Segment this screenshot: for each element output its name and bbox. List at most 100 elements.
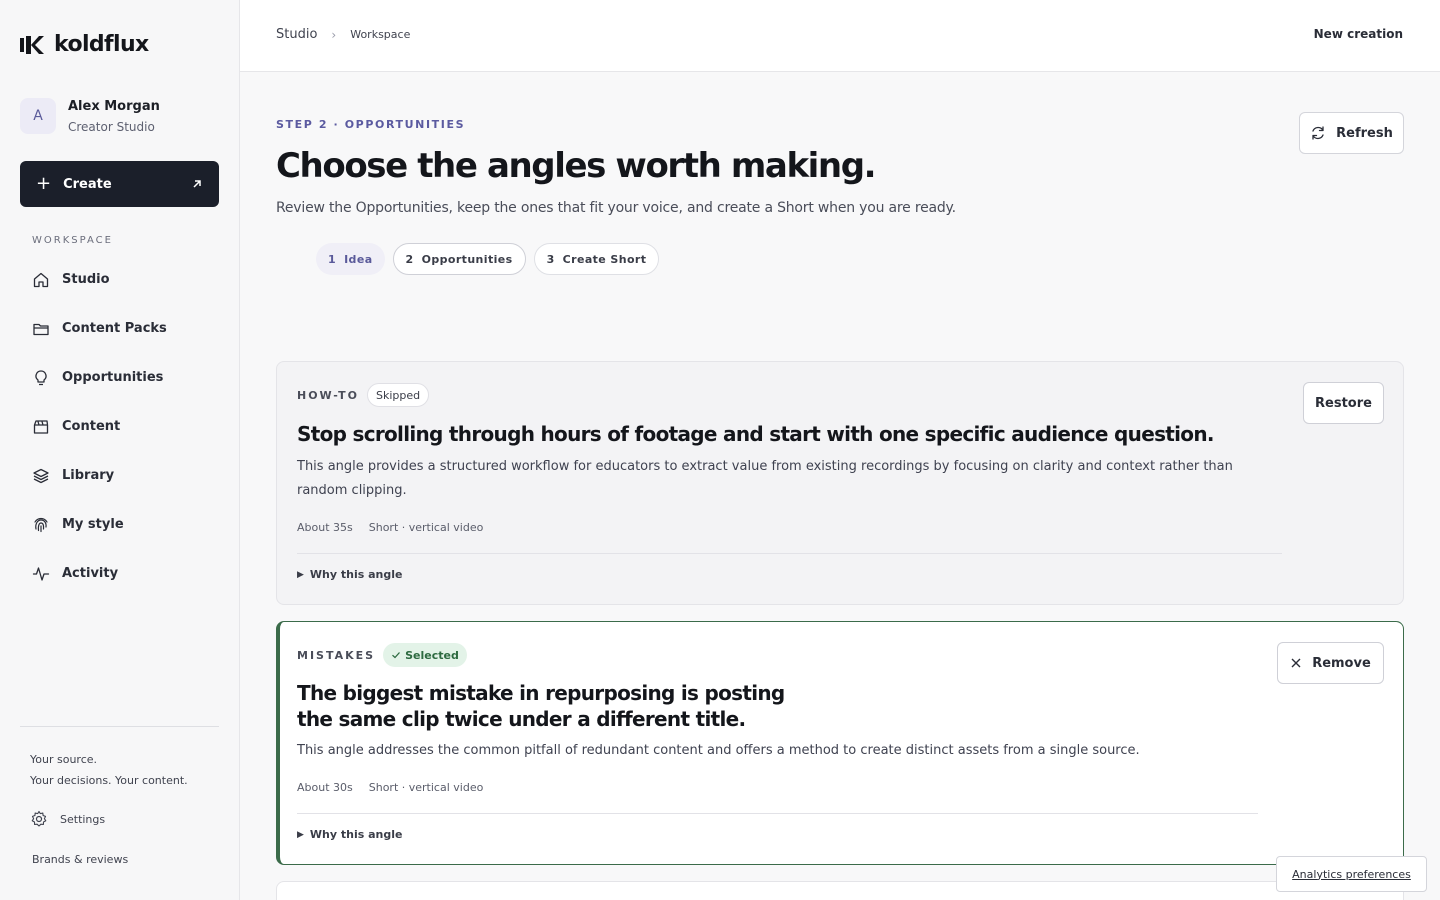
create-label: Create	[63, 176, 112, 192]
brand-logo[interactable]: koldflux	[20, 32, 149, 57]
activity-icon	[32, 566, 50, 581]
restore-button[interactable]: Restore	[1303, 382, 1384, 424]
sidebar-item-label: Content Packs	[62, 321, 167, 336]
breadcrumb-studio[interactable]: Studio	[276, 27, 317, 42]
card-category: MISTAKES	[297, 648, 376, 662]
remove-label: Remove	[1312, 655, 1371, 671]
card-duration: About 35s	[297, 521, 353, 534]
opportunity-card-selected: MISTAKES Selected The biggest mistake in…	[276, 621, 1404, 865]
step-label: STEP 2 · OPPORTUNITIES	[276, 118, 466, 131]
user-profile[interactable]: A Alex Morgan Creator Studio	[20, 98, 160, 134]
sidebar-item-label: Activity	[62, 566, 119, 581]
step-label-text: Opportunities	[421, 252, 513, 266]
step-number: 1	[328, 252, 337, 266]
triangle-right-icon: ▶	[297, 829, 304, 840]
sidebar-item-content-packs[interactable]: Content Packs	[20, 304, 219, 353]
step-create-short[interactable]: 3 Create Short	[533, 243, 660, 275]
page-subtitle: Review the Opportunities, keep the ones …	[276, 200, 956, 216]
step-number: 3	[546, 252, 555, 266]
koldflux-logo-icon	[20, 35, 44, 54]
step-indicator: 1 Idea 2 Opportunities 3 Create Short	[316, 243, 660, 275]
step-label-text: Create Short	[562, 252, 647, 266]
sidebar-item-label: Content	[62, 419, 121, 434]
sidebar-nav: Studio Content Packs Opportunities Conte…	[20, 255, 219, 598]
why-label: Why this angle	[309, 828, 403, 841]
card-title: The biggest mistake in repurposing is po…	[297, 680, 997, 732]
triangle-right-icon: ▶	[297, 569, 304, 580]
sidebar-item-activity[interactable]: Activity	[20, 549, 219, 598]
status-badge: Selected	[383, 643, 467, 667]
sidebar-item-my-style[interactable]: My style	[20, 500, 219, 549]
sidebar-divider	[20, 726, 219, 727]
why-this-angle-toggle[interactable]: ▶ Why this angle	[297, 568, 402, 581]
sidebar-item-studio[interactable]: Studio	[20, 255, 219, 304]
card-description: This angle addresses the common pitfall …	[297, 743, 1140, 758]
chevron-right-icon: ›	[331, 27, 337, 42]
status-badge-label: Selected	[405, 648, 459, 662]
card-header: HOW-TO Skipped	[297, 383, 430, 407]
tagline-line-2: Your decisions. Your content.	[30, 774, 188, 787]
refresh-label: Refresh	[1336, 125, 1393, 141]
page-title: Choose the angles worth making.	[276, 146, 877, 186]
step-number: 2	[405, 252, 414, 266]
card-format: Short · vertical video	[368, 781, 484, 794]
sidebar-item-opportunities[interactable]: Opportunities	[20, 353, 219, 402]
sidebar-tagline: Your source. Your decisions. Your conten…	[30, 749, 188, 791]
card-category: HOW-TO	[297, 388, 359, 402]
card-divider	[297, 813, 1258, 814]
step-label-text: Idea	[344, 252, 373, 266]
settings-link[interactable]: Settings	[30, 810, 105, 828]
status-badge: Skipped	[367, 383, 430, 407]
breadcrumb: Studio › Workspace	[276, 27, 410, 42]
new-creation-button[interactable]: New creation	[1314, 27, 1403, 41]
folder-icon	[33, 323, 49, 335]
user-subtitle: Creator Studio	[68, 119, 155, 134]
card-description: This angle provides a structured workflo…	[297, 459, 1233, 498]
step-opportunities[interactable]: 2 Opportunities	[392, 243, 526, 275]
why-this-angle-toggle[interactable]: ▶ Why this angle	[297, 828, 402, 841]
sidebar: koldflux A Alex Morgan Creator Studio + …	[0, 0, 240, 900]
home-icon	[33, 272, 49, 287]
clapperboard-icon	[33, 419, 49, 434]
section-label-workspace: WORKSPACE	[32, 235, 113, 246]
card-format: Short · vertical video	[368, 521, 484, 534]
card-title-line-2: the same clip twice under a different ti…	[297, 707, 746, 731]
why-label: Why this angle	[309, 568, 403, 581]
user-name: Alex Morgan	[68, 98, 160, 114]
refresh-button[interactable]: Refresh	[1299, 112, 1404, 154]
plus-icon: +	[36, 173, 52, 194]
remove-button[interactable]: Remove	[1277, 642, 1384, 684]
brands-reviews-link[interactable]: Brands & reviews	[32, 853, 128, 866]
layers-icon	[33, 468, 49, 483]
sidebar-item-label: My style	[62, 517, 124, 532]
gear-icon	[31, 810, 47, 827]
sidebar-item-label: Library	[62, 468, 115, 483]
avatar: A	[20, 98, 56, 134]
card-title-line-1: The biggest mistake in repurposing is po…	[297, 681, 785, 705]
analytics-preferences-link[interactable]: Analytics preferences	[1276, 856, 1427, 892]
settings-label: Settings	[60, 812, 106, 826]
card-meta: About 35s Short · vertical video	[297, 521, 483, 534]
lightbulb-icon	[35, 369, 47, 385]
sidebar-item-label: Opportunities	[62, 370, 164, 385]
fingerprint-icon	[34, 517, 48, 532]
step-idea[interactable]: 1 Idea	[316, 243, 385, 275]
card-meta: About 30s Short · vertical video	[297, 781, 483, 794]
check-icon	[392, 652, 401, 659]
sidebar-item-content[interactable]: Content	[20, 402, 219, 451]
tagline-line-1: Your source.	[30, 753, 98, 766]
opportunity-card-skipped: HOW-TO Skipped Stop scrolling through ho…	[276, 361, 1404, 605]
card-duration: About 30s	[297, 781, 353, 794]
card-header: MISTAKES Selected	[297, 643, 467, 667]
sidebar-item-library[interactable]: Library	[20, 451, 219, 500]
top-bar: Studio › Workspace New creation	[240, 0, 1440, 72]
breadcrumb-workspace: Workspace	[350, 28, 411, 41]
create-button[interactable]: + Create	[20, 161, 219, 207]
main-content: STEP 2 · OPPORTUNITIES Choose the angles…	[240, 72, 1440, 900]
brand-name: koldflux	[54, 32, 149, 57]
refresh-icon	[1312, 126, 1324, 140]
sidebar-item-label: Studio	[62, 272, 110, 287]
arrow-up-right-icon	[193, 180, 201, 188]
opportunity-card	[276, 881, 1404, 900]
close-icon	[1291, 658, 1301, 668]
